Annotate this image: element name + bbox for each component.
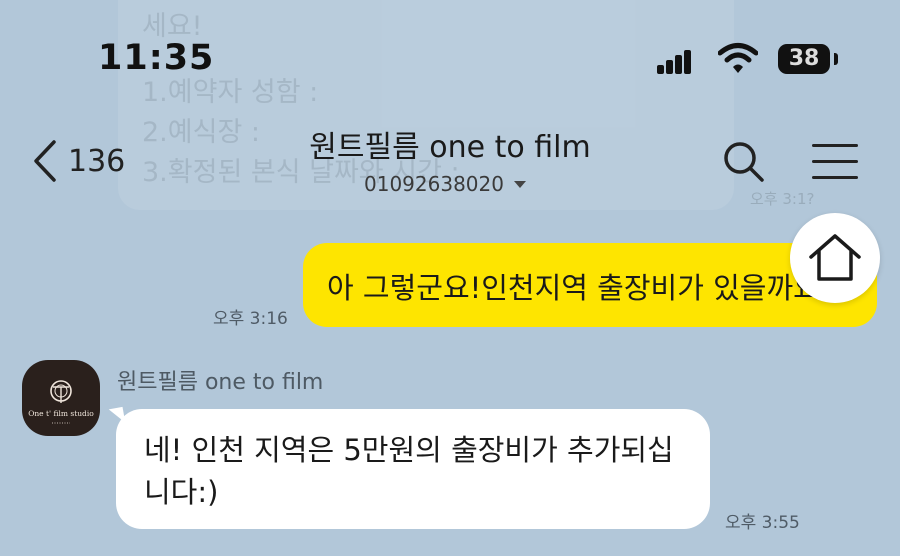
battery-cap [834,53,838,65]
phone-number: 01092638020 [364,172,504,196]
wifi-icon [717,42,759,74]
preview-time: 오후 3:1? [750,190,815,208]
incoming-message-text: 네! 인천 지역은 5만원의 출장비가 추가되십니다:) [144,433,674,509]
sender-avatar[interactable]: One t' film studio [22,360,100,436]
search-icon [722,142,766,188]
outgoing-message-time: 오후 3:16 [213,309,288,329]
status-time: 11:35 [98,38,215,78]
caret-down-icon [513,180,526,188]
battery-level: 38 [788,46,820,71]
menu-button[interactable] [812,142,858,180]
hamburger-menu-icon [812,144,858,147]
outgoing-message-text: 아 그렇군요!인천지역 출장비가 있을까요? [327,271,836,305]
cellular-signal-icon [657,50,693,74]
avatar-brand-text: One t' film studio [28,409,94,418]
home-button[interactable] [790,213,880,303]
search-button[interactable] [722,140,766,184]
sender-name: 원트필름 one to film [117,370,324,395]
battery-icon: 38 [778,44,830,74]
incoming-message-bubble[interactable]: 네! 인천 지역은 5만원의 출장비가 추가되십니다:) [116,409,710,529]
incoming-message-time: 오후 3:55 [725,513,800,533]
studio-logo-icon [50,380,72,424]
phone-number-dropdown[interactable]: 01092638020 [364,172,526,196]
